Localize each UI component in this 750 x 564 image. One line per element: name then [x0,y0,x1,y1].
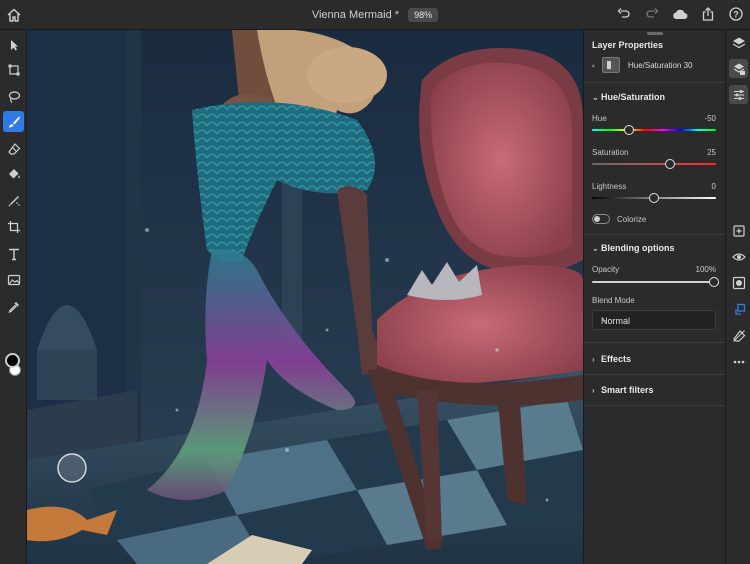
lightness-label: Lightness [592,182,627,191]
adjustments-icon[interactable] [729,85,748,104]
chevron-down-icon: ⌄ [601,315,608,324]
blend-mode-select[interactable]: Normal ⌄ [592,310,716,330]
lightness-value[interactable]: 0 [712,182,716,191]
hue-label: Hue [592,114,607,123]
foreground-color-swatch[interactable] [5,353,20,368]
saturation-slider-track[interactable] [592,163,716,165]
effects-header[interactable]: › Effects [592,354,631,364]
chevron-down-icon: ⌄ [592,93,599,102]
eyedropper-tool-icon[interactable] [3,296,24,317]
healing-tool-icon[interactable] [3,190,24,211]
lightness-slider-handle[interactable] [649,193,659,203]
panel-title: Layer Properties [592,40,664,50]
hue-slider-track[interactable] [592,129,716,131]
colorize-toggle[interactable] [592,214,610,224]
left-toolbar [0,30,27,564]
crop-tool-icon[interactable] [3,216,24,237]
visibility-eye-icon[interactable] [729,247,748,266]
layer-properties-panel: Layer Properties ⸗ Hue/Saturation 30 ⌄ Hu… [583,30,726,564]
top-bar: Vienna Mermaid * 98% ? [0,0,750,30]
chevron-right-icon: › [592,355,595,364]
opacity-slider-handle[interactable] [709,277,719,287]
chevron-down-icon: ⌄ [592,244,599,253]
help-icon[interactable]: ? [728,6,744,22]
fill-tool-icon[interactable] [3,163,24,184]
opacity-label: Opacity [592,265,620,274]
hue-value[interactable]: -50 [704,114,716,123]
layer-properties-icon[interactable] [729,59,748,78]
blending-options-header[interactable]: ⌄ Blending options [592,243,675,253]
saturation-label: Saturation [592,148,629,157]
mask-icon[interactable] [729,273,748,292]
layer-row[interactable]: ⸗ Hue/Saturation 30 [592,57,720,75]
layers-icon[interactable] [729,33,748,52]
divider [584,374,726,375]
eraser-layer-icon[interactable] [729,326,748,345]
smart-filters-header[interactable]: › Smart filters [592,385,654,395]
adjustment-layer-icon [602,57,620,73]
colorize-label: Colorize [617,215,647,224]
undo-icon[interactable] [616,6,632,22]
more-options-icon[interactable] [729,352,748,371]
saturation-slider-handle[interactable] [664,159,675,169]
select-tool-icon[interactable] [3,34,24,55]
chevron-right-icon: › [592,386,595,395]
divider [584,234,726,235]
panel-grip[interactable] [647,32,663,35]
share-icon[interactable] [700,6,716,22]
svg-text:?: ? [733,9,739,19]
zoom-level[interactable]: 98% [408,8,439,22]
eraser-tool-icon[interactable] [3,138,24,159]
divider [584,82,726,83]
layer-name: Hue/Saturation 30 [628,61,693,70]
opacity-value[interactable]: 100% [696,265,716,274]
right-tool-strip [725,30,750,564]
image-tool-icon[interactable] [3,269,24,290]
top-actions: ? [616,6,744,22]
image-canvas[interactable] [27,30,583,564]
saturation-value[interactable]: 25 [707,148,716,157]
divider [584,342,726,343]
type-tool-icon[interactable] [3,243,24,264]
add-layer-icon[interactable] [729,221,748,240]
link-layers-icon[interactable] [729,300,748,319]
blend-mode-label: Blend Mode [592,296,635,305]
divider [584,405,726,406]
layer-link-icon: ⸗ [592,61,595,70]
redo-icon[interactable] [644,6,660,22]
brush-tool-icon[interactable] [3,111,24,132]
cloud-icon[interactable] [672,6,688,22]
lasso-tool-icon[interactable] [3,86,24,107]
hue-slider-handle[interactable] [624,125,635,135]
document-title[interactable]: Vienna Mermaid * [312,9,399,21]
transform-tool-icon[interactable] [3,59,24,80]
opacity-slider-track[interactable] [592,281,716,283]
hue-saturation-header[interactable]: ⌄ Hue/Saturation [592,92,665,102]
canvas-artwork [27,30,583,564]
